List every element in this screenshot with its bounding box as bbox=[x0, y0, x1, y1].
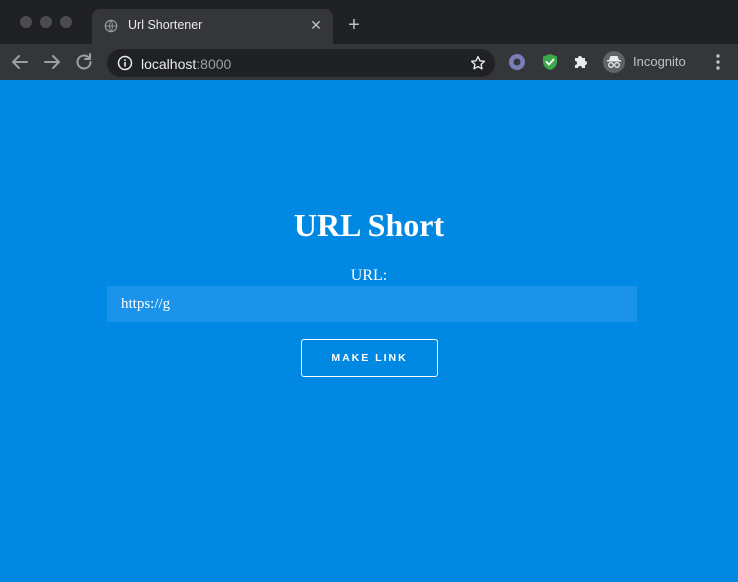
globe-icon bbox=[104, 19, 118, 33]
bookmark-star-icon[interactable] bbox=[469, 54, 487, 72]
tab-url-shortener[interactable]: Url Shortener ✕ bbox=[92, 9, 333, 44]
forward-arrow-icon[interactable] bbox=[40, 50, 64, 74]
page-viewport: URL Short URL: MAKE LINK bbox=[0, 80, 738, 582]
address-bar[interactable]: localhost:8000 bbox=[107, 49, 495, 77]
site-info-icon[interactable] bbox=[117, 55, 133, 71]
window-minimize-dot[interactable] bbox=[40, 16, 52, 28]
address-port: :8000 bbox=[196, 56, 232, 72]
url-input[interactable] bbox=[107, 286, 637, 322]
incognito-profile-button[interactable]: Incognito bbox=[600, 49, 700, 75]
new-tab-icon[interactable]: + bbox=[343, 14, 365, 36]
page-title: URL Short bbox=[293, 207, 445, 243]
url-label: URL: bbox=[350, 267, 388, 284]
extension-circle-icon[interactable] bbox=[507, 52, 527, 72]
window-maximize-dot[interactable] bbox=[60, 16, 72, 28]
incognito-icon bbox=[603, 51, 625, 73]
tab-title: Url Shortener bbox=[128, 18, 203, 32]
browser-chrome: Url Shortener ✕ + localhost:8000 Incogni… bbox=[0, 0, 738, 80]
shield-check-icon[interactable] bbox=[540, 52, 560, 72]
make-link-button[interactable]: MAKE LINK bbox=[301, 339, 438, 377]
tab-strip: Url Shortener ✕ + bbox=[0, 0, 738, 44]
puzzle-piece-icon[interactable] bbox=[571, 52, 591, 72]
browser-toolbar: localhost:8000 Incognito bbox=[0, 44, 738, 80]
kebab-menu-icon[interactable] bbox=[712, 51, 724, 73]
incognito-label: Incognito bbox=[633, 54, 686, 69]
address-text: localhost:8000 bbox=[141, 56, 231, 72]
address-host: localhost bbox=[141, 56, 197, 72]
reload-icon[interactable] bbox=[72, 50, 96, 74]
window-close-dot[interactable] bbox=[20, 16, 32, 28]
close-tab-icon[interactable]: ✕ bbox=[307, 16, 325, 34]
back-arrow-icon[interactable] bbox=[8, 50, 32, 74]
